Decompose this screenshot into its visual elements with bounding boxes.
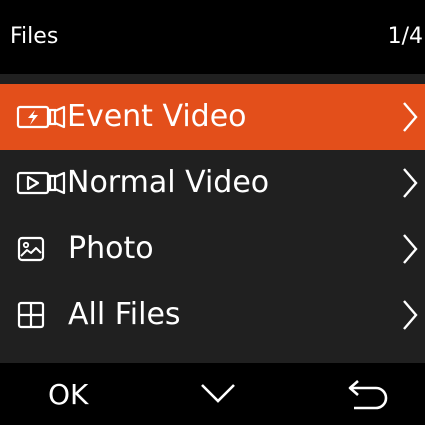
file-browser-screen: Files 1/4 Event Video Normal Video Photo… [0,0,425,425]
menu-item-label: Normal Video [67,165,270,200]
menu-item-photo[interactable]: Photo [0,216,425,282]
chevron-right-icon [403,168,418,198]
page-title: Files [10,24,59,49]
event-video-icon [16,105,66,129]
normal-video-icon [16,171,66,195]
menu-item-label: All Files [68,297,181,332]
bottom-bar: OK [0,363,425,425]
ok-button[interactable]: OK [48,375,88,415]
menu-item-label: Event Video [67,99,247,134]
chevron-right-icon [403,234,418,264]
menu-item-event-video[interactable]: Event Video [0,84,425,150]
photo-icon [17,236,45,262]
chevron-down-icon[interactable] [198,381,238,405]
menu-item-all-files[interactable]: All Files [0,282,425,348]
menu-item-label: Photo [68,231,154,266]
chevron-right-icon [403,102,418,132]
menu-item-normal-video[interactable]: Normal Video [0,150,425,216]
page-indicator: 1/4 [387,24,423,49]
back-arrow-icon[interactable] [346,377,392,413]
chevron-right-icon [403,300,418,330]
files-menu: Event Video Normal Video Photo All Files [0,84,425,348]
header-bar: Files 1/4 [0,0,425,74]
grid-icon [17,301,45,329]
